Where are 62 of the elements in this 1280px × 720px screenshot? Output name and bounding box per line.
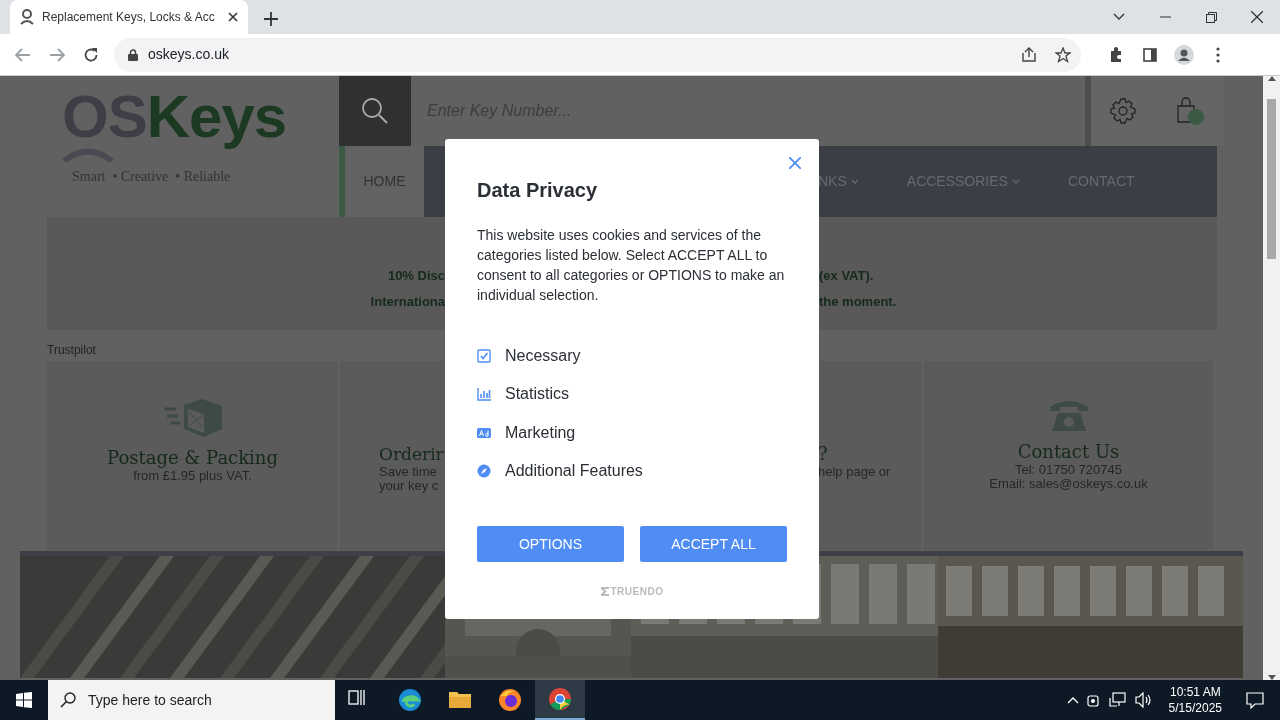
meet-now-icon[interactable] (1086, 692, 1101, 708)
volume-icon[interactable] (1134, 692, 1153, 708)
chrome-icon[interactable] (548, 687, 572, 711)
promo-text: the moment. (819, 293, 898, 311)
category-label: Statistics (505, 384, 569, 405)
dialog-button[interactable]: OPTIONS (477, 526, 624, 562)
edge-icon[interactable] (398, 688, 422, 712)
close-icon (789, 157, 801, 169)
parcel-icon (161, 397, 224, 439)
ad-icon (477, 425, 491, 440)
category-label: Additional Features (505, 460, 643, 481)
category-label: Necessary (505, 346, 581, 367)
firefox-icon[interactable] (498, 688, 522, 712)
close-icon[interactable] (1251, 11, 1263, 23)
settings-icon[interactable] (1110, 98, 1137, 124)
feature-title: Postage & Packing (107, 447, 278, 469)
feature-title: Contact Us (1017, 441, 1120, 463)
menu-icon[interactable] (1216, 46, 1220, 63)
compass-icon (477, 463, 491, 478)
feature-title: ? (818, 443, 828, 465)
clock[interactable]: 10:51 AM 5/15/2025 (1168, 684, 1222, 716)
star-icon[interactable] (1055, 46, 1071, 63)
extensions-icon[interactable] (1108, 46, 1124, 63)
promo-text: Internationa (369, 293, 445, 311)
lock-icon (128, 48, 138, 61)
forward-icon[interactable] (49, 47, 65, 62)
dialog-title: Data Privacy (477, 178, 599, 203)
side-panel-icon[interactable] (1143, 47, 1157, 62)
new-tab-icon[interactable] (264, 12, 278, 26)
bar-chart-icon (477, 387, 491, 402)
profile-icon[interactable] (1174, 44, 1194, 65)
close-icon[interactable] (228, 12, 238, 22)
scrollbar-thumb[interactable] (1267, 99, 1276, 259)
url-text: oskeys.co.uk (148, 45, 230, 64)
browser-tab[interactable]: Replacement Keys, Locks & Acc (10, 0, 248, 34)
back-icon[interactable] (15, 47, 31, 62)
chevron-up-icon[interactable] (1066, 696, 1079, 704)
restore-icon[interactable] (1205, 11, 1217, 23)
address-bar[interactable]: oskeys.co.uk (114, 37, 1081, 72)
reload-icon[interactable] (83, 46, 99, 63)
minimize-icon[interactable] (1159, 16, 1171, 18)
network-icon[interactable] (1108, 692, 1127, 708)
chevron-down-icon (850, 179, 859, 184)
dialog-text: This website uses cookies and services of the categories listed below. Select ACCEPT ALL to consent to all categories or OPTIONS to make an individual selection. (477, 226, 786, 305)
feature-title: Orderir (379, 443, 444, 465)
windows-start-icon[interactable] (16, 692, 32, 708)
tab-title: Replacement Keys, Locks & Acc (42, 9, 216, 26)
search-icon (60, 692, 76, 708)
dialog-button[interactable]: ACCEPT ALL (640, 526, 787, 562)
notification-icon[interactable] (1246, 691, 1264, 709)
share-icon[interactable] (1021, 46, 1037, 63)
promo-text: (ex VAT). (819, 267, 875, 285)
site-favicon (20, 9, 34, 25)
chevron-down-icon[interactable] (1113, 13, 1125, 21)
checkbox-icon (477, 349, 491, 364)
trustpilot-label: Trustpilot (47, 343, 96, 358)
search-icon[interactable] (361, 97, 389, 125)
promo-text: 10% Disc (386, 267, 445, 285)
taskbar-search-field[interactable]: Type here to search (48, 680, 335, 720)
chevron-down-icon (1011, 179, 1020, 184)
category-label: Marketing (505, 422, 576, 443)
close-button[interactable] (787, 155, 803, 171)
